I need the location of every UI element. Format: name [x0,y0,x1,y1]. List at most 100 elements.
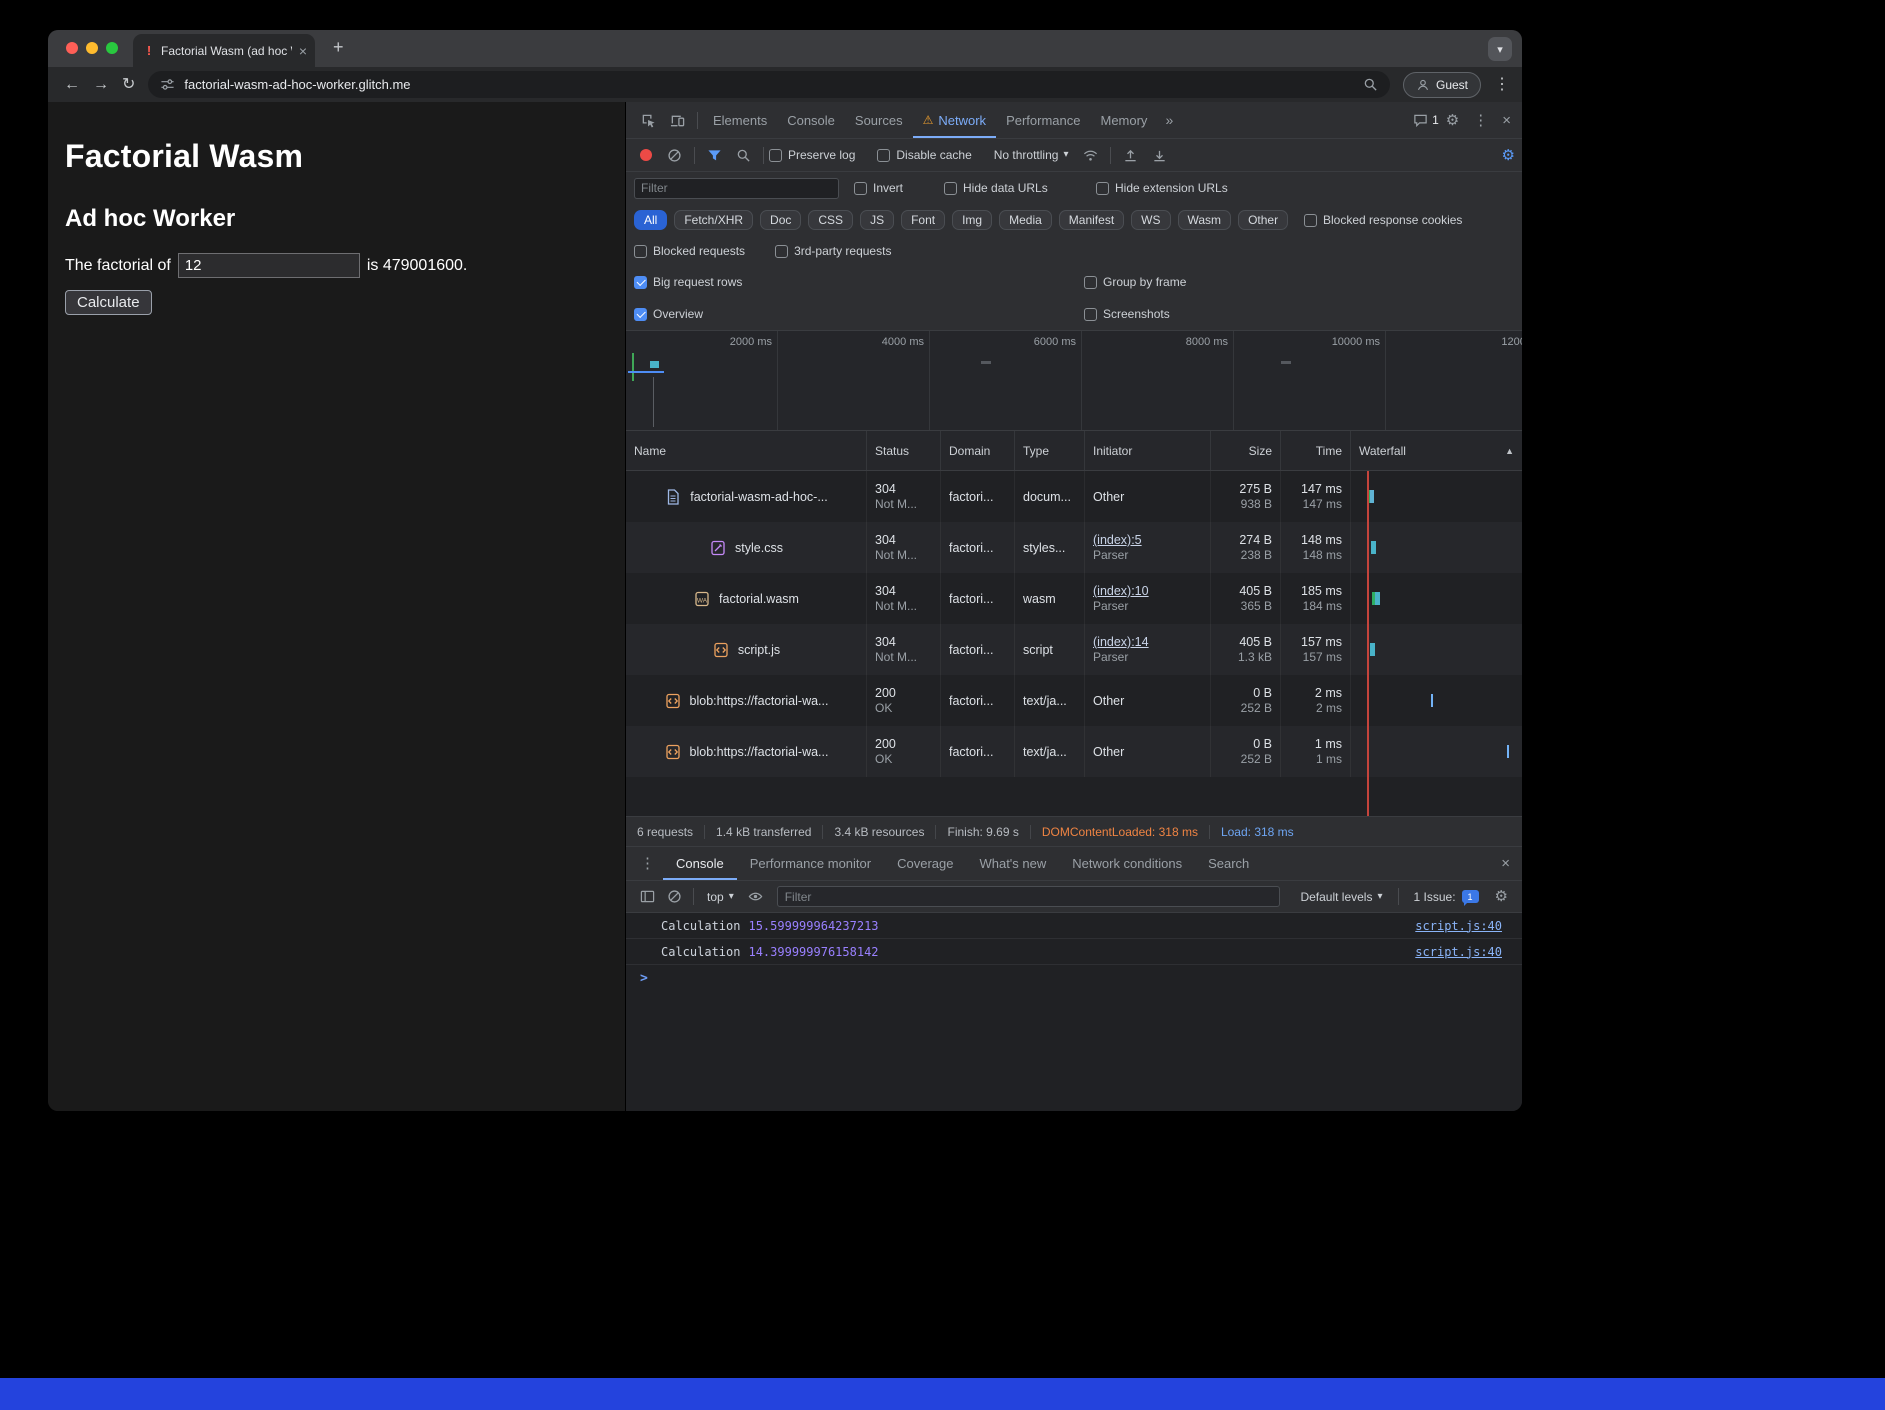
tab-close-icon[interactable]: × [299,44,307,58]
minimize-window-button[interactable] [86,42,98,54]
initiator-link[interactable]: (index):14 [1093,634,1202,650]
drawer-tab-performance-monitor[interactable]: Performance monitor [737,847,884,880]
filter-chip-media[interactable]: Media [999,210,1052,230]
filter-chip-img[interactable]: Img [952,210,992,230]
filter-chip-all[interactable]: All [634,210,667,230]
export-har-icon[interactable] [1145,148,1174,163]
devtools-settings-gear-icon[interactable]: ⚙ [1439,113,1466,128]
tab-memory[interactable]: Memory [1090,102,1157,138]
import-har-icon[interactable] [1116,148,1145,163]
column-header-type[interactable]: Type [1015,431,1085,470]
factorial-input[interactable] [178,253,360,278]
filter-chip-manifest[interactable]: Manifest [1059,210,1124,230]
disable-cache-checkbox[interactable] [877,149,890,162]
filter-chip-ws[interactable]: WS [1131,210,1170,230]
tab-network[interactable]: ⚠ Network [913,102,996,138]
close-window-button[interactable] [66,42,78,54]
guest-profile-badge[interactable]: Guest [1403,72,1481,98]
console-message[interactable]: Calculation 14.399999976158142 script.js… [626,939,1522,965]
network-request-row[interactable]: blob:https://factorial-wa... 200OK facto… [626,675,1522,726]
network-request-row[interactable]: script.js 304Not M... factori... script … [626,624,1522,675]
console-messages-bubble-icon[interactable] [1406,113,1435,128]
filter-funnel-icon[interactable] [700,148,729,163]
filter-chip-doc[interactable]: Doc [760,210,801,230]
tab-console[interactable]: Console [777,102,845,138]
zoom-search-icon[interactable] [1363,77,1378,92]
filter-chip-css[interactable]: CSS [808,210,853,230]
throttling-select[interactable]: No throttling ▾ [994,148,1069,162]
preserve-log-checkbox[interactable] [769,149,782,162]
tab-performance[interactable]: Performance [996,102,1090,138]
message-source-link[interactable]: script.js:40 [1415,945,1502,959]
filter-chip-js[interactable]: JS [860,210,894,230]
record-network-log-button[interactable] [640,149,652,161]
devtools-menu-kebab-icon[interactable]: ⋮ [1466,113,1495,128]
drawer-tab-whats-new[interactable]: What's new [966,847,1059,880]
filter-chip-other[interactable]: Other [1238,210,1288,230]
network-request-row[interactable]: WA factorial.wasm 304Not M... factori...… [626,573,1522,624]
zoom-window-button[interactable] [106,42,118,54]
filter-chip-font[interactable]: Font [901,210,945,230]
filter-chip-wasm[interactable]: Wasm [1178,210,1232,230]
clear-network-log-icon[interactable] [660,148,689,163]
column-header-name[interactable]: Name [626,431,867,470]
drawer-tab-coverage[interactable]: Coverage [884,847,966,880]
tab-sources[interactable]: Sources [845,102,913,138]
search-icon[interactable] [729,148,758,163]
more-tabs-icon[interactable]: » [1157,102,1181,138]
column-header-status[interactable]: Status [867,431,941,470]
drawer-tab-console[interactable]: Console [663,847,737,880]
devtools-close-icon[interactable]: × [1495,113,1518,128]
filter-chip-fetch-xhr[interactable]: Fetch/XHR [674,210,753,230]
column-header-time[interactable]: Time [1281,431,1351,470]
network-settings-gear-icon[interactable]: ⚙ [1495,148,1522,163]
issues-counter[interactable]: 1 Issue: 1 [1408,890,1485,904]
browser-tab[interactable]: ! Factorial Wasm (ad hoc Work × [133,34,315,67]
network-filter-input[interactable] [634,178,839,199]
blocked-response-cookies-checkbox[interactable] [1304,214,1317,227]
new-tab-button[interactable]: + [333,38,344,56]
invert-checkbox[interactable] [854,182,867,195]
drawer-tab-network-conditions[interactable]: Network conditions [1059,847,1195,880]
network-conditions-icon[interactable] [1076,148,1105,163]
network-overview-timeline[interactable]: 2000 ms 4000 ms 6000 ms 8000 ms 10000 ms… [626,331,1522,431]
hide-data-urls-checkbox[interactable] [944,182,957,195]
column-header-domain[interactable]: Domain [941,431,1015,470]
console-prompt[interactable]: > [626,965,1522,991]
initiator-link[interactable]: (index):5 [1093,532,1202,548]
blocked-requests-checkbox[interactable] [634,245,647,258]
message-source-link[interactable]: script.js:40 [1415,919,1502,933]
console-filter-input[interactable] [777,886,1281,907]
console-context-select[interactable]: top ▾ [699,890,742,904]
forward-icon[interactable]: → [93,77,109,93]
initiator-link[interactable]: (index):10 [1093,583,1202,599]
network-request-row[interactable]: style.css 304Not M... factori... styles.… [626,522,1522,573]
clear-console-icon[interactable] [661,889,688,904]
url-bar[interactable]: factorial-wasm-ad-hoc-worker.glitch.me [148,71,1390,98]
column-header-waterfall[interactable]: Waterfall ▲ [1351,431,1522,470]
inspect-element-icon[interactable] [634,113,663,128]
network-request-row[interactable]: factorial-wasm-ad-hoc-... 304Not M... fa… [626,471,1522,522]
drawer-tab-search[interactable]: Search [1195,847,1262,880]
browser-menu-kebab-icon[interactable]: ⋮ [1494,77,1510,93]
console-sidebar-icon[interactable] [634,889,661,904]
reload-icon[interactable]: ↻ [122,77,135,93]
overview-checkbox[interactable] [634,308,647,321]
console-settings-gear-icon[interactable]: ⚙ [1489,889,1514,904]
column-header-initiator[interactable]: Initiator [1085,431,1211,470]
tab-elements[interactable]: Elements [703,102,777,138]
console-message[interactable]: Calculation 15.599999964237213 script.js… [626,913,1522,939]
group-by-frame-checkbox[interactable] [1084,276,1097,289]
third-party-requests-checkbox[interactable] [775,245,788,258]
drawer-menu-kebab-icon[interactable]: ⋮ [632,847,663,880]
calculate-button[interactable]: Calculate [65,290,152,315]
tab-search-button[interactable]: ▾ [1488,37,1512,61]
drawer-close-icon[interactable]: × [1489,847,1522,880]
live-expression-eye-icon[interactable] [742,889,769,904]
column-header-size[interactable]: Size [1211,431,1281,470]
device-toolbar-icon[interactable] [663,113,692,128]
hide-extension-urls-checkbox[interactable] [1096,182,1109,195]
back-icon[interactable]: ← [64,77,80,93]
network-request-row[interactable]: blob:https://factorial-wa... 200OK facto… [626,726,1522,777]
screenshots-checkbox[interactable] [1084,308,1097,321]
